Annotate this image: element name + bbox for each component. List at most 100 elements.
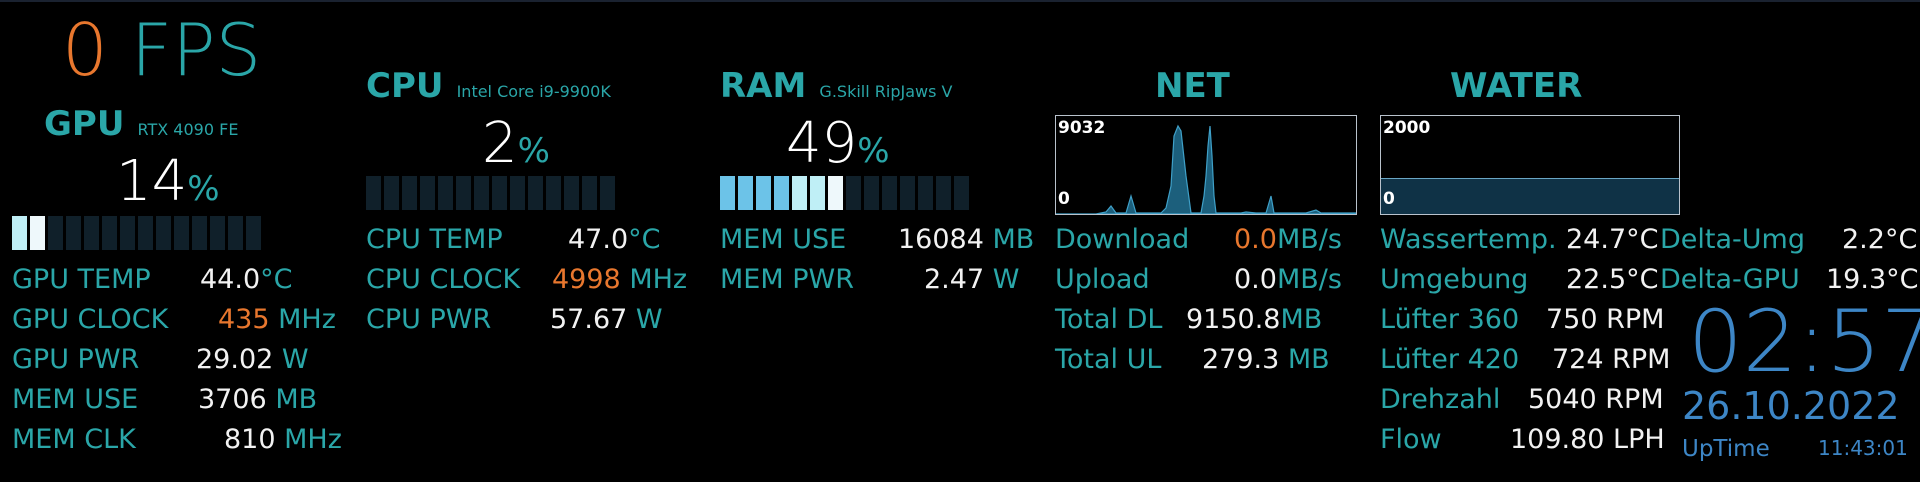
uptime-label: UpTime (1682, 436, 1770, 462)
gpu-temp-label: GPU TEMP (12, 264, 151, 295)
load-bar-segment (438, 176, 453, 210)
cpu-temp-label: CPU TEMP (366, 224, 503, 255)
pump-speed-label: Drehzahl (1380, 384, 1501, 415)
fps-readout: 0 FPS (62, 10, 261, 90)
load-bar-segment (102, 216, 117, 250)
ram-model: G.Skill RipJaws V (819, 82, 953, 101)
net-download-value: 0.0MB/s (1234, 224, 1342, 255)
load-bar-segment (600, 176, 615, 210)
net-graph: 9032 0 (1055, 115, 1357, 215)
water-temp-label: Wassertemp. (1380, 224, 1557, 255)
flow-value: 109.80 LPH (1510, 424, 1665, 455)
clock-date: 26.10.2022 (1682, 384, 1900, 428)
delta-ambient-label: Delta-Umg (1660, 224, 1805, 255)
load-bar-segment (120, 216, 135, 250)
gpu-memuse-label: MEM USE (12, 384, 139, 415)
water-temp-value: 24.7°C (1566, 224, 1659, 255)
ambient-value: 22.5°C (1566, 264, 1659, 295)
load-bar-segment (456, 176, 471, 210)
water-title: WATER (1450, 66, 1583, 106)
gpu-title: GPU (44, 104, 125, 144)
delta-ambient-value: 2.2°C (1842, 224, 1918, 255)
gpu-percent: 14 (116, 149, 188, 214)
load-bar-segment (30, 216, 45, 250)
fan420-value: 724 RPM (1552, 344, 1671, 375)
load-bar-segment (846, 176, 861, 210)
load-bar-segment (900, 176, 915, 210)
fps-value: 0 (62, 8, 108, 92)
gpu-pwr-value: 29.02 W (196, 344, 309, 375)
ram-percent-sign: % (857, 131, 890, 171)
ram-pwr-value: 2.47 W (924, 264, 1020, 295)
load-bar-segment (738, 176, 753, 210)
ram-pwr-label: MEM PWR (720, 264, 854, 295)
delta-gpu-value: 19.3°C (1826, 264, 1919, 295)
fan360-label: Lüfter 360 (1380, 304, 1520, 335)
cpu-percent: 2 (482, 111, 518, 176)
load-bar-segment (954, 176, 969, 210)
flow-label: Flow (1380, 424, 1442, 455)
net-graph-max: 9032 (1058, 118, 1106, 138)
water-graph-max: 2000 (1383, 118, 1431, 138)
uptime-value: 11:43:01 (1818, 436, 1908, 460)
water-graph-area (1381, 178, 1679, 214)
load-bar-segment (138, 216, 153, 250)
load-bar-segment (48, 216, 63, 250)
ram-memuse-label: MEM USE (720, 224, 847, 255)
load-bar-segment (210, 216, 225, 250)
load-bar-segment (66, 216, 81, 250)
fan360-value: 750 RPM (1546, 304, 1665, 335)
gpu-clock-label: GPU CLOCK (12, 304, 169, 335)
load-bar-segment (474, 176, 489, 210)
load-bar-segment (384, 176, 399, 210)
gpu-memclk-value: 810 MHz (224, 424, 342, 455)
net-upload-value: 0.0MB/s (1234, 264, 1342, 295)
net-totalul-value: 279.3 MB (1202, 344, 1330, 375)
net-totaldl-value: 9150.8MB (1186, 304, 1323, 335)
cpu-pwr-label: CPU PWR (366, 304, 492, 335)
cpu-clock-value: 4998 MHz (552, 264, 688, 295)
ambient-label: Umgebung (1380, 264, 1529, 295)
load-bar-segment (246, 216, 261, 250)
load-bar-segment (564, 176, 579, 210)
load-bar-segment (918, 176, 933, 210)
net-graph-min: 0 (1058, 189, 1070, 209)
clock-time: 02:57 (1688, 292, 1920, 392)
gpu-percent-sign: % (187, 169, 220, 209)
cpu-header: CPU Intel Core i9-9900K (366, 66, 611, 106)
ram-header: RAM G.Skill RipJaws V (720, 66, 952, 106)
load-bar-segment (156, 216, 171, 250)
pump-speed-value: 5040 RPM (1528, 384, 1664, 415)
water-graph: 2000 0 (1380, 115, 1680, 215)
load-bar-segment (192, 216, 207, 250)
load-bar-segment (936, 176, 951, 210)
load-bar-segment (402, 176, 417, 210)
net-totalul-label: Total UL (1055, 344, 1162, 375)
gpu-temp-value: 44.0°C (200, 264, 293, 295)
net-totaldl-label: Total DL (1055, 304, 1163, 335)
load-bar-segment (756, 176, 771, 210)
ram-title: RAM (720, 66, 807, 106)
fan420-label: Lüfter 420 (1380, 344, 1520, 375)
cpu-model: Intel Core i9-9900K (456, 82, 611, 101)
gpu-memuse-value: 3706 MB (198, 384, 318, 415)
net-download-label: Download (1055, 224, 1190, 255)
net-graph-area (1056, 124, 1356, 214)
net-title: NET (1155, 66, 1230, 106)
load-bar-segment (582, 176, 597, 210)
gpu-header: GPU RTX 4090 FE (44, 104, 238, 144)
fps-label: FPS (130, 8, 262, 92)
load-bar-segment (420, 176, 435, 210)
load-bar-segment (810, 176, 825, 210)
load-bar-segment (492, 176, 507, 210)
gpu-model: RTX 4090 FE (137, 120, 239, 139)
cpu-temp-value: 47.0°C (568, 224, 661, 255)
load-bar-segment (12, 216, 27, 250)
load-bar-segment (828, 176, 843, 210)
ram-load-bar (720, 176, 969, 210)
delta-gpu-label: Delta-GPU (1660, 264, 1800, 295)
load-bar-segment (720, 176, 735, 210)
cpu-title: CPU (366, 66, 444, 106)
load-bar-segment (882, 176, 897, 210)
top-border (0, 0, 1920, 2)
